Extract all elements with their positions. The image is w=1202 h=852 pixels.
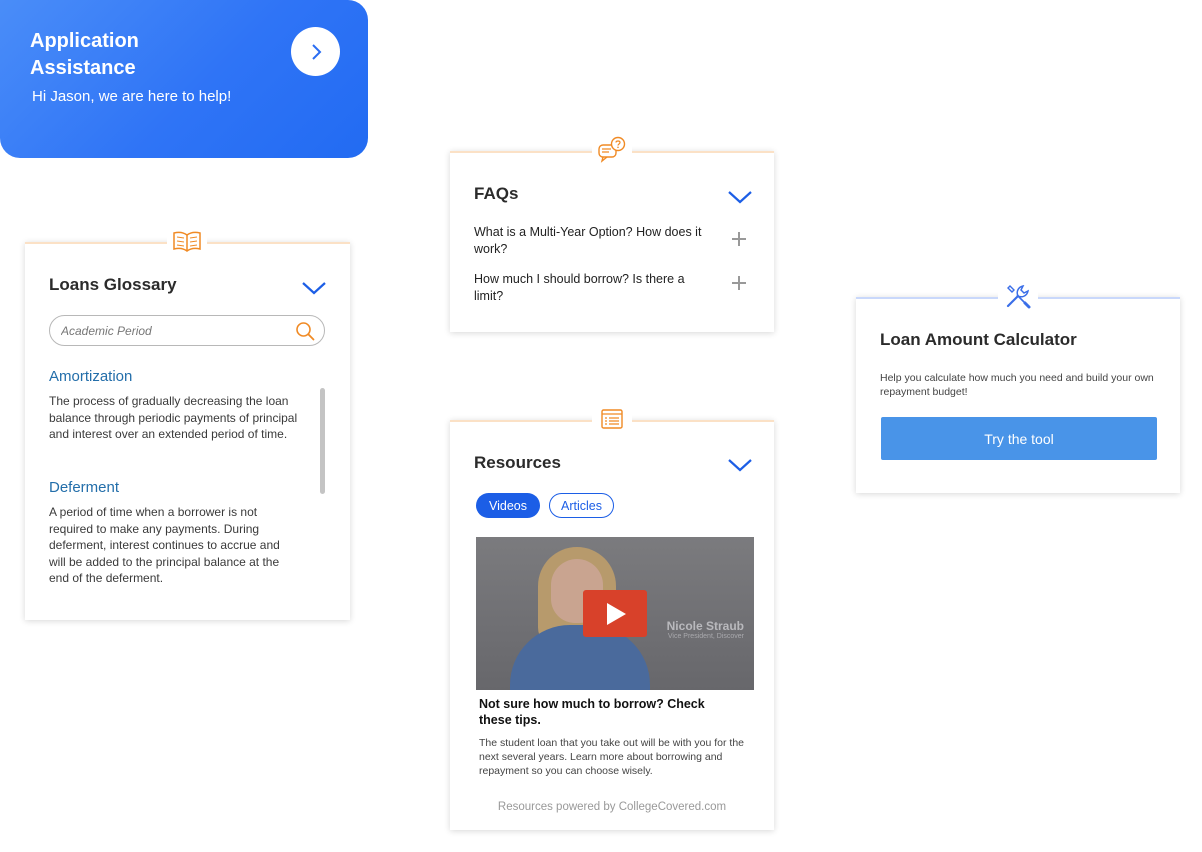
resources-badge <box>592 403 632 435</box>
glossary-title: Loans Glossary <box>49 275 177 294</box>
glossary-search-input[interactable] <box>61 322 286 340</box>
faqs-card: FAQs What is a Multi-Year Option? How do… <box>450 134 774 332</box>
plus-icon[interactable] <box>732 232 746 246</box>
video-title[interactable]: Not sure how much to borrow? Check these… <box>479 696 739 728</box>
list-document-icon <box>601 409 623 429</box>
loan-calculator-card: Loan Amount Calculator Help you calculat… <box>856 280 1180 493</box>
play-button[interactable] <box>583 590 647 637</box>
try-the-tool-button[interactable]: Try the tool <box>881 417 1157 460</box>
faq-question[interactable]: How much I should borrow? Is there a lim… <box>474 271 714 304</box>
resources-title: Resources <box>474 453 561 472</box>
plus-icon[interactable] <box>732 276 746 290</box>
glossary-term: Amortization <box>49 368 133 385</box>
calculator-title: Loan Amount Calculator <box>880 330 1077 349</box>
assistance-open-button[interactable] <box>291 27 340 76</box>
open-book-icon <box>173 231 201 252</box>
calculator-badge <box>998 280 1038 312</box>
resources-card: Resources Videos Articles Nicole Straub … <box>450 403 774 830</box>
chevron-right-icon <box>311 43 321 60</box>
play-icon <box>607 602 626 625</box>
glossary-search <box>49 315 325 346</box>
tab-articles[interactable]: Articles <box>549 493 614 518</box>
resources-footer: Resources powered by CollegeCovered.com <box>497 801 727 813</box>
chevron-down-icon[interactable] <box>301 280 327 296</box>
faq-badge <box>592 134 632 166</box>
application-assistance-banner: Application Assistance Hi Jason, we are … <box>0 0 368 158</box>
assistance-title: Application Assistance <box>30 30 139 79</box>
calculator-description: Help you calculate how much you need and… <box>880 372 1154 398</box>
loans-glossary-card: Loans Glossary Amortization The process … <box>25 225 350 620</box>
glossary-definition: A period of time when a borrower is not … <box>49 505 280 585</box>
video-speaker-name: Nicole Straub <box>666 619 744 633</box>
search-icon[interactable] <box>295 321 315 341</box>
wrench-screwdriver-icon <box>1006 284 1031 309</box>
chevron-down-icon[interactable] <box>727 189 753 205</box>
faq-question[interactable]: What is a Multi-Year Option? How does it… <box>474 224 714 257</box>
tab-videos[interactable]: Videos <box>476 493 540 518</box>
glossary-badge <box>167 225 207 257</box>
video-description: The student loan that you take out will … <box>479 737 744 777</box>
faq-title: FAQs <box>474 184 519 203</box>
video-speaker-role: Vice President, Discover <box>667 633 744 640</box>
glossary-term: Deferment <box>49 479 120 496</box>
glossary-definition: The process of gradually decreasing the … <box>49 394 298 441</box>
video-player[interactable]: Nicole Straub Vice President, Discover <box>476 537 754 690</box>
assistance-greeting: Hi Jason, we are here to help! <box>32 88 232 105</box>
chevron-down-icon[interactable] <box>727 457 753 473</box>
glossary-scrollbar[interactable] <box>320 388 325 494</box>
question-chat-icon <box>598 136 626 163</box>
